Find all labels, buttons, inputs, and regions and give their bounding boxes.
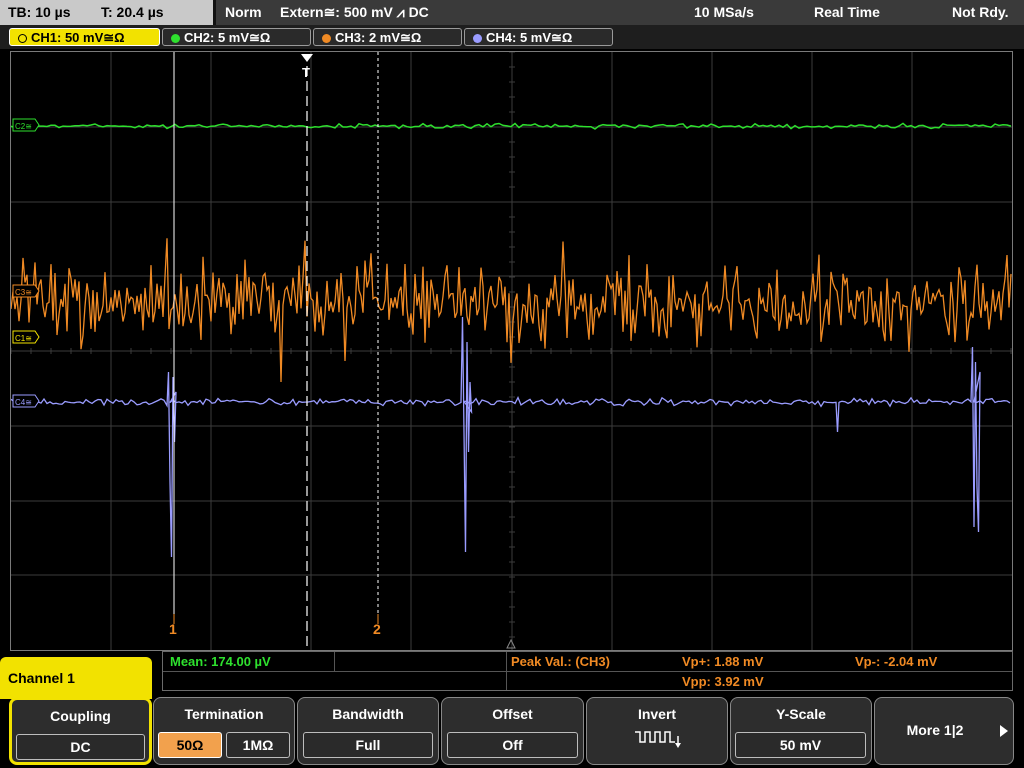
ch3-marker-label: C3≅: [15, 288, 32, 297]
tab-ch3-label: CH3: 2 mV≅Ω: [335, 30, 422, 45]
meas-divider-v2: [506, 652, 507, 690]
cursor-1-label: 1: [169, 621, 177, 637]
ch4-marker-label: C4≅: [15, 398, 32, 407]
menu-channel-label: Channel 1: [0, 657, 152, 699]
bandwidth-title: Bandwidth: [332, 706, 404, 722]
invert-title: Invert: [637, 706, 677, 722]
coupling-title: Coupling: [50, 708, 111, 724]
termination-softkey[interactable]: Termination 50Ω 1MΩ: [153, 697, 295, 765]
cursor-2-label: 2: [373, 621, 381, 637]
ch2-trace: [11, 122, 1012, 130]
more-label: More 1|2: [906, 722, 964, 738]
trigger-label: T: [302, 65, 310, 80]
yscale-value[interactable]: 50 mV: [735, 732, 866, 758]
tab-ch1-label: CH1: 50 mV≅Ω: [31, 30, 125, 45]
offset-title: Offset: [492, 706, 533, 722]
offset-value[interactable]: Off: [447, 732, 578, 758]
tab-ch4-label: CH4: 5 mV≅Ω: [486, 30, 573, 45]
termination-50ohm-option[interactable]: 50Ω: [158, 732, 222, 758]
invert-waveform-icon: [635, 731, 681, 748]
ch4-ground-marker[interactable]: C4≅: [12, 394, 40, 408]
tab-ch2[interactable]: CH2: 5 mV≅Ω: [162, 28, 311, 46]
acquisition-mode: Real Time: [814, 4, 880, 20]
waveform-display[interactable]: 1 2 T C2≅ C3≅ C1≅ C4≅: [10, 51, 1013, 651]
tab-ch3[interactable]: CH3: 2 mV≅Ω: [313, 28, 462, 46]
coupling-value[interactable]: DC: [16, 734, 145, 760]
more-softkey[interactable]: More 1|2: [874, 697, 1014, 765]
mean-readout: Mean: 174.00 µV: [170, 654, 271, 669]
waveform-canvas: 1 2 T C2≅ C3≅ C1≅ C4≅: [11, 52, 1012, 650]
termination-title: Termination: [184, 706, 264, 722]
meas-divider-h: [163, 671, 1012, 672]
yscale-title: Y-Scale: [776, 706, 826, 722]
invert-softkey[interactable]: Invert: [586, 697, 728, 765]
measurement-bar[interactable]: Mean: 174.00 µV Peak Val.: (CH3) Vp+: 1.…: [162, 651, 1013, 691]
ch2-marker-label: C2≅: [15, 122, 32, 131]
ch3-ground-marker[interactable]: C3≅: [12, 284, 40, 298]
vp-minus-readout: Vp-: -2.04 mV: [855, 654, 938, 669]
ch4-indicator-icon: [473, 34, 482, 43]
yscale-softkey[interactable]: Y-Scale 50 mV: [730, 697, 872, 765]
next-arrow-icon: [1000, 725, 1008, 737]
ch1-marker-label: C1≅: [15, 334, 32, 343]
termination-1mohm-option[interactable]: 1MΩ: [226, 732, 290, 758]
channel-tab-row: CH1: 50 mV≅Ω CH2: 5 mV≅Ω CH3: 2 mV≅Ω CH4…: [0, 25, 1024, 49]
trigger-time-readout: T: 20.4 µs: [101, 4, 164, 20]
trigger-status-panel[interactable]: Norm Extern≅: 500 mV ⩘ DC 10 MSa/s Real …: [216, 0, 1024, 25]
timebase-readout: TB: 10 µs: [8, 4, 71, 20]
bandwidth-value[interactable]: Full: [303, 732, 433, 758]
coupling-softkey[interactable]: Coupling DC: [9, 697, 152, 765]
tab-ch4[interactable]: CH4: 5 mV≅Ω: [464, 28, 613, 46]
tab-ch1[interactable]: CH1: 50 mV≅Ω: [9, 28, 160, 46]
trigger-level-icon: [506, 638, 516, 649]
offset-softkey[interactable]: Offset Off: [441, 697, 584, 765]
peak-value-label: Peak Val.: (CH3): [511, 654, 610, 669]
meas-divider-v1: [334, 652, 335, 671]
ch2-indicator-icon: [171, 34, 180, 43]
acquisition-state: Not Rdy.: [952, 4, 1009, 20]
sample-rate: 10 MSa/s: [694, 4, 754, 20]
ch1-indicator-icon: [18, 34, 27, 43]
bandwidth-softkey[interactable]: Bandwidth Full: [297, 697, 439, 765]
trigger-mode: Norm: [225, 4, 262, 20]
ch3-trace: [11, 238, 1012, 383]
trigger-source: Extern≅: 500 mV ⩘ DC: [280, 4, 429, 20]
timebase-panel[interactable]: TB: 10 µs T: 20.4 µs: [0, 0, 213, 25]
vp-plus-readout: Vp+: 1.88 mV: [682, 654, 764, 669]
ch3-indicator-icon: [322, 34, 331, 43]
ch1-ground-marker[interactable]: C1≅: [12, 330, 40, 344]
ch2-ground-marker[interactable]: C2≅: [12, 118, 40, 132]
vpp-readout: Vpp: 3.92 mV: [682, 674, 764, 689]
tab-ch2-label: CH2: 5 mV≅Ω: [184, 30, 271, 45]
